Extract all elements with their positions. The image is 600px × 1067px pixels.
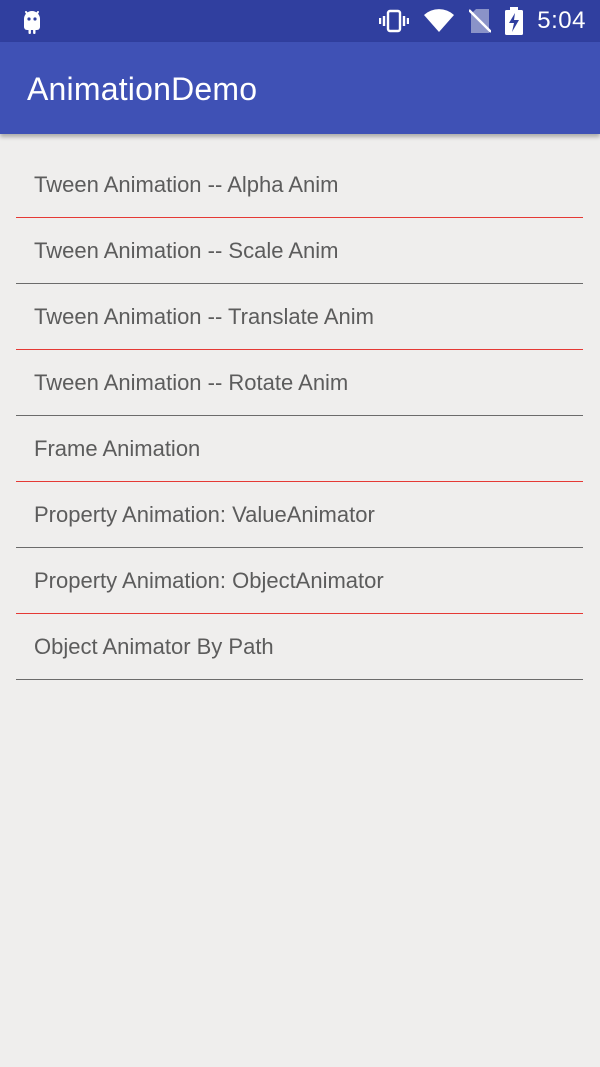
android-icon [20, 9, 44, 34]
list-item-label: Property Animation: ValueAnimator [34, 502, 375, 527]
list-item-label: Tween Animation -- Translate Anim [34, 304, 374, 329]
wifi-icon [423, 9, 455, 33]
list-item-object-animator[interactable]: Property Animation: ObjectAnimator [0, 548, 600, 614]
list-item-alpha-anim[interactable]: Tween Animation -- Alpha Anim [0, 152, 600, 218]
no-sim-icon [469, 8, 492, 34]
list-item-label: Tween Animation -- Scale Anim [34, 238, 339, 263]
animation-list: Tween Animation -- Alpha Anim Tween Anim… [0, 152, 600, 680]
app-title: AnimationDemo [27, 71, 258, 107]
list-item-rotate-anim[interactable]: Tween Animation -- Rotate Anim [0, 350, 600, 416]
list-item-label: Object Animator By Path [34, 634, 274, 659]
battery-charging-icon [505, 7, 524, 35]
app-bar: AnimationDemo [0, 42, 600, 134]
list-item-label: Tween Animation -- Alpha Anim [34, 172, 339, 197]
list-item-object-animator-by-path[interactable]: Object Animator By Path [0, 614, 600, 680]
vibrate-icon [379, 9, 410, 33]
status-bar: 5:04 [0, 0, 600, 42]
list-item-label: Tween Animation -- Rotate Anim [34, 370, 349, 395]
list-item-translate-anim[interactable]: Tween Animation -- Translate Anim [0, 284, 600, 350]
list-divider [16, 679, 583, 680]
list-item-frame-animation[interactable]: Frame Animation [0, 416, 600, 482]
list-item-label: Frame Animation [34, 436, 201, 461]
status-time: 5:04 [537, 7, 586, 34]
list-item-value-animator[interactable]: Property Animation: ValueAnimator [0, 482, 600, 548]
list-item-label: Property Animation: ObjectAnimator [34, 568, 384, 593]
list-item-scale-anim[interactable]: Tween Animation -- Scale Anim [0, 218, 600, 284]
